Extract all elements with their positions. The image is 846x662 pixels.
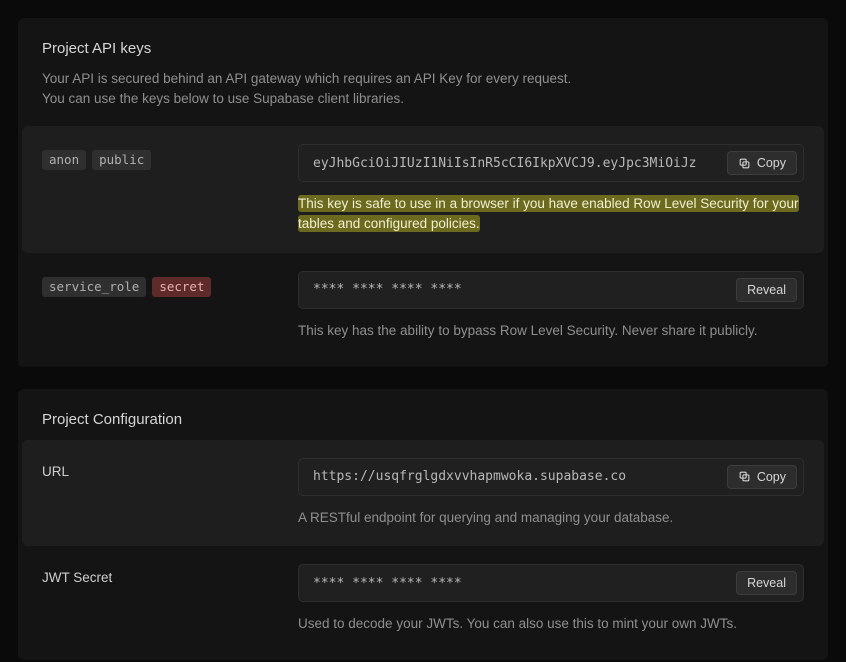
jwt-desc: Used to decode your JWTs. You can also u… bbox=[298, 614, 804, 634]
tag-secret: secret bbox=[152, 277, 211, 297]
anon-key-row: anon public eyJhbGciOiJIUzI1NiIsInR5cCI6… bbox=[22, 126, 824, 253]
copy-label: Copy bbox=[757, 156, 786, 170]
url-label: URL bbox=[42, 464, 69, 479]
reveal-label: Reveal bbox=[747, 576, 786, 590]
tag-public: public bbox=[92, 150, 151, 170]
copy-label: Copy bbox=[757, 470, 786, 484]
copy-anon-button[interactable]: Copy bbox=[727, 151, 797, 175]
reveal-label: Reveal bbox=[747, 283, 786, 297]
url-label-cell: URL bbox=[42, 458, 298, 479]
tag-service-role: service_role bbox=[42, 277, 146, 297]
service-key-value[interactable]: **** **** **** **** bbox=[313, 282, 726, 297]
api-keys-panel: Project API keys Your API is secured beh… bbox=[18, 18, 828, 367]
tag-anon: anon bbox=[42, 150, 86, 170]
service-key-row: service_role secret **** **** **** **** … bbox=[22, 253, 824, 359]
api-keys-subtitle: Your API is secured behind an API gatewa… bbox=[42, 69, 804, 108]
jwt-label-cell: JWT Secret bbox=[42, 564, 298, 585]
url-desc: A RESTful endpoint for querying and mana… bbox=[298, 508, 804, 528]
project-config-panel: Project Configuration URL https://usqfrg… bbox=[18, 389, 828, 661]
project-config-title: Project Configuration bbox=[42, 411, 804, 428]
service-key-value-box: **** **** **** **** Reveal bbox=[298, 271, 804, 309]
anon-key-tags: anon public bbox=[42, 144, 298, 170]
copy-icon bbox=[738, 470, 751, 483]
url-row: URL https://usqfrglgdxvvhapmwoka.supabas… bbox=[22, 440, 824, 546]
service-key-tags: service_role secret bbox=[42, 271, 298, 297]
jwt-row: JWT Secret **** **** **** **** Reveal Us… bbox=[22, 546, 824, 652]
jwt-value-box: **** **** **** **** Reveal bbox=[298, 564, 804, 602]
anon-key-desc-highlight: This key is safe to use in a browser if … bbox=[298, 195, 799, 232]
url-value[interactable]: https://usqfrglgdxvvhapmwoka.supabase.co bbox=[313, 469, 717, 484]
anon-key-value-box: eyJhbGciOiJIUzI1NiIsInR5cCI6IkpXVCJ9.eyJ… bbox=[298, 144, 804, 182]
copy-url-button[interactable]: Copy bbox=[727, 465, 797, 489]
url-value-box: https://usqfrglgdxvvhapmwoka.supabase.co… bbox=[298, 458, 804, 496]
reveal-jwt-button[interactable]: Reveal bbox=[736, 571, 797, 595]
copy-icon bbox=[738, 157, 751, 170]
jwt-value[interactable]: **** **** **** **** bbox=[313, 576, 726, 591]
anon-key-desc: This key is safe to use in a browser if … bbox=[298, 194, 804, 235]
jwt-label: JWT Secret bbox=[42, 570, 112, 585]
service-key-desc: This key has the ability to bypass Row L… bbox=[298, 321, 804, 341]
anon-key-value[interactable]: eyJhbGciOiJIUzI1NiIsInR5cCI6IkpXVCJ9.eyJ… bbox=[313, 156, 717, 171]
reveal-service-button[interactable]: Reveal bbox=[736, 278, 797, 302]
api-keys-title: Project API keys bbox=[42, 40, 804, 57]
